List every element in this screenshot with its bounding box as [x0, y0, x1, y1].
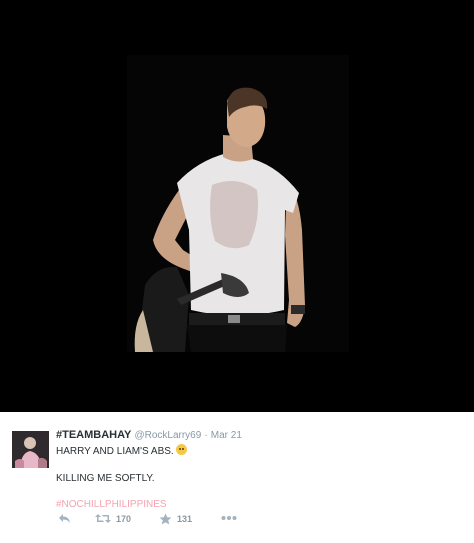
avatar[interactable]: [12, 431, 49, 468]
crying-face-icon: [175, 444, 187, 455]
reply-icon: [59, 514, 70, 523]
favorite-button[interactable]: 131: [159, 513, 192, 525]
tweet-text-line-1: HARRY AND LIAM'S ABS.: [56, 444, 460, 458]
favorite-count: 131: [177, 514, 193, 524]
retweet-button[interactable]: 170: [95, 513, 131, 524]
hashtag-link[interactable]: #NOCHILLPHILIPPINES: [56, 499, 460, 510]
more-button[interactable]: [221, 515, 237, 521]
tweet-card: #TEAMBAHAY @RockLarry69 · Mar 21 HARRY A…: [0, 412, 474, 543]
avatar-image: [12, 431, 49, 468]
concert-photo-image: [127, 55, 349, 352]
tweet-photo[interactable]: [127, 55, 349, 352]
tweet-text-2: KILLING ME SOFTLY.: [56, 473, 155, 484]
tweet-text-1: HARRY AND LIAM'S ABS.: [56, 446, 174, 457]
separator: ·: [204, 430, 208, 441]
more-icon: [221, 516, 237, 520]
retweet-count: 170: [116, 513, 132, 524]
user-handle[interactable]: @RockLarry69: [134, 430, 201, 441]
reply-button[interactable]: [58, 513, 71, 524]
tweet-header: #TEAMBAHAY @RockLarry69 · Mar 21: [56, 428, 460, 443]
media-viewer: [0, 0, 474, 412]
retweet-icon: [95, 514, 111, 523]
display-name[interactable]: #TEAMBAHAY: [56, 429, 131, 441]
timestamp[interactable]: Mar 21: [211, 430, 242, 441]
tweet-content: #TEAMBAHAY @RockLarry69 · Mar 21 HARRY A…: [56, 428, 460, 510]
star-icon: [159, 513, 172, 525]
